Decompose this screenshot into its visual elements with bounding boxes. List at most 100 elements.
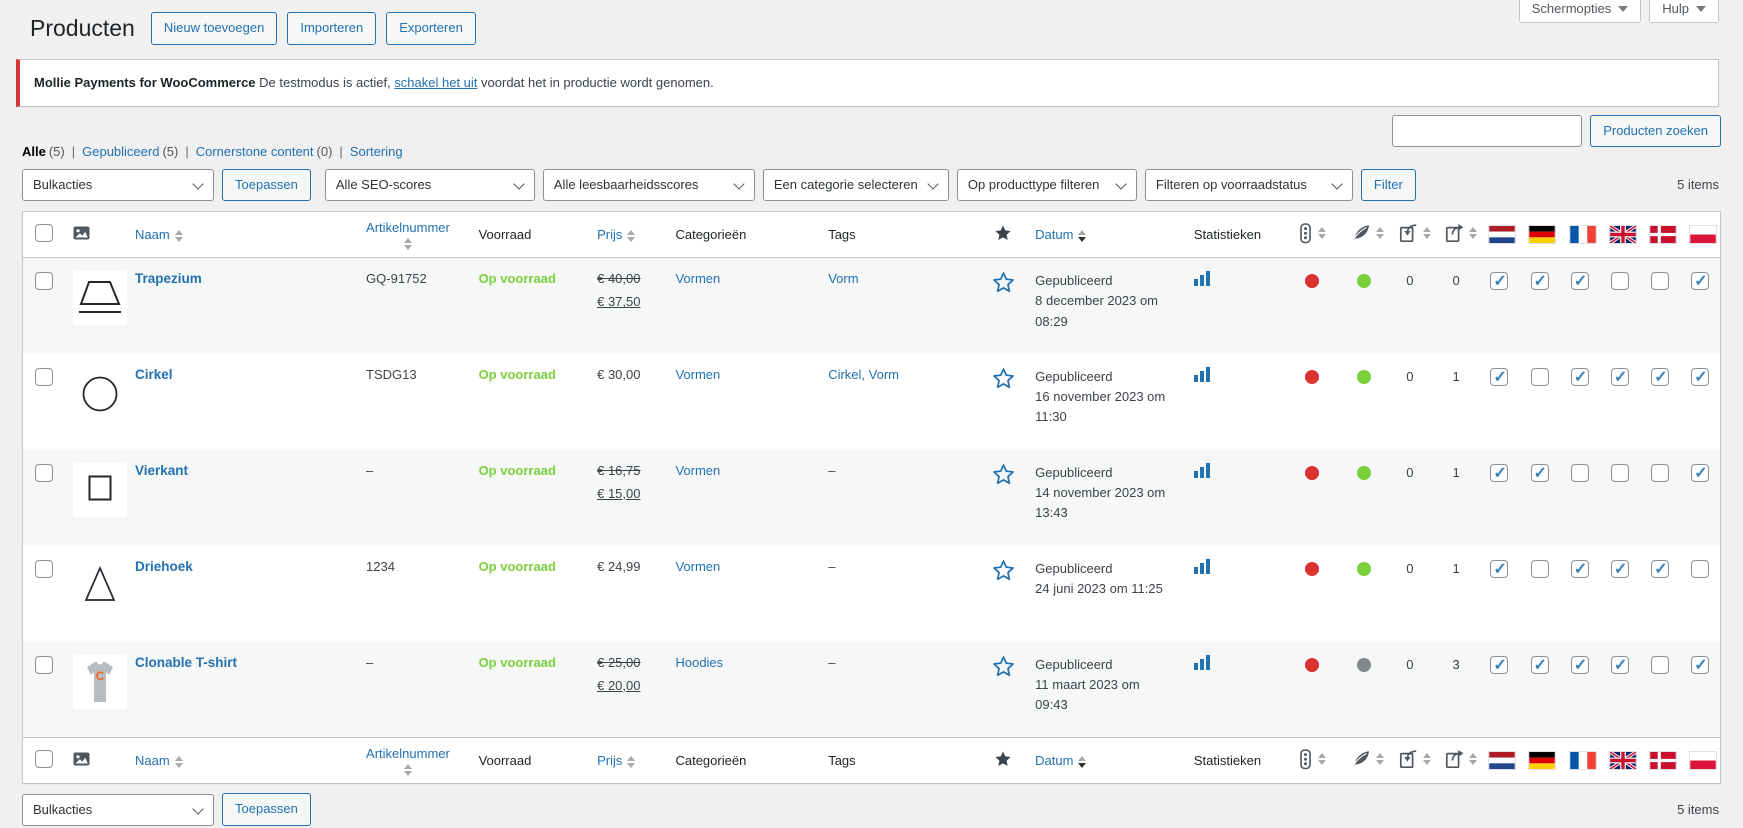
column-header-outgoing-links-icon[interactable] (1443, 223, 1478, 243)
select-all-checkbox[interactable] (35, 224, 53, 243)
translation-checkbox-germany[interactable] (1530, 655, 1549, 675)
product-stats-link[interactable] (1193, 462, 1211, 481)
column-header-readability-icon[interactable] (1351, 223, 1384, 243)
translation-checkbox-denmark[interactable] (1651, 655, 1670, 674)
stock-status-filter-select[interactable]: Filteren op voorraadstatus (1144, 168, 1353, 201)
filter-button[interactable]: Filter (1360, 168, 1416, 202)
column-header-outgoing-links-icon[interactable] (1443, 749, 1478, 769)
product-category-link[interactable]: Vormen (675, 559, 720, 574)
screen-options-button[interactable]: Schermopties (1518, 0, 1642, 23)
translation-checkbox-netherlands[interactable] (1490, 367, 1509, 387)
translation-checkbox-france[interactable] (1570, 463, 1589, 482)
apply-button-bottom[interactable]: Toepassen (222, 793, 311, 827)
translation-checkbox-poland[interactable] (1691, 367, 1710, 387)
translation-checkbox-germany[interactable] (1530, 463, 1549, 483)
disable-test-mode-link[interactable]: schakel het uit (394, 75, 477, 90)
translation-checkbox-poland[interactable] (1691, 655, 1710, 675)
column-header-date[interactable]: Datum (1035, 227, 1087, 242)
row-select-checkbox[interactable] (35, 367, 53, 386)
bulk-actions-select-bottom[interactable]: Bulkacties (22, 793, 214, 826)
translation-checkbox-france[interactable] (1570, 367, 1589, 387)
product-stats-link[interactable] (1193, 366, 1211, 385)
featured-star-toggle[interactable] (992, 560, 1015, 585)
translation-checkbox-poland[interactable] (1691, 559, 1710, 578)
column-header-sku[interactable]: Artikelnummer (366, 746, 450, 776)
add-new-product-button[interactable]: Nieuw toevoegen (150, 12, 278, 45)
product-tags-link[interactable]: Cirkel, Vorm (828, 367, 899, 382)
column-header-incoming-links-icon[interactable] (1397, 749, 1431, 769)
product-image-link[interactable]: C (72, 654, 127, 709)
row-select-checkbox[interactable] (35, 559, 53, 578)
row-select-checkbox[interactable] (35, 463, 53, 482)
select-all-checkbox[interactable] (35, 750, 53, 769)
translation-checkbox-france[interactable] (1570, 271, 1589, 291)
product-type-filter-select[interactable]: Op producttype filteren (956, 168, 1137, 201)
product-image-link[interactable] (72, 558, 127, 613)
translation-checkbox-netherlands[interactable] (1490, 559, 1509, 579)
product-category-link[interactable]: Vormen (675, 463, 720, 478)
column-header-seo-score-icon[interactable] (1298, 748, 1327, 770)
translation-checkbox-poland[interactable] (1691, 463, 1710, 483)
product-stats-link[interactable] (1193, 654, 1211, 673)
product-image-link[interactable] (72, 366, 127, 421)
search-input[interactable] (1392, 114, 1583, 147)
translation-checkbox-germany[interactable] (1530, 271, 1549, 291)
translation-checkbox-united-kingdom[interactable] (1610, 655, 1629, 675)
product-category-link[interactable]: Vormen (675, 367, 720, 382)
product-category-link[interactable]: Hoodies (675, 655, 723, 670)
translation-checkbox-united-kingdom[interactable] (1610, 272, 1629, 291)
featured-star-toggle[interactable] (992, 272, 1015, 297)
apply-button[interactable]: Toepassen (222, 168, 311, 202)
product-category-link[interactable]: Vormen (675, 271, 720, 286)
column-header-readability-icon[interactable] (1351, 749, 1384, 769)
view-filter-sortering[interactable]: Sortering (350, 144, 403, 159)
help-button[interactable]: Hulp (1649, 0, 1719, 23)
column-header-incoming-links-icon[interactable] (1397, 223, 1431, 243)
product-stats-link[interactable] (1193, 271, 1211, 289)
product-image-link[interactable] (72, 462, 127, 517)
translation-checkbox-germany[interactable] (1530, 559, 1549, 578)
translation-checkbox-denmark[interactable] (1651, 367, 1670, 387)
translation-checkbox-united-kingdom[interactable] (1610, 367, 1629, 387)
category-filter-select[interactable]: Een categorie selecteren (762, 168, 949, 201)
product-name-link[interactable]: Cirkel (135, 367, 173, 382)
product-name-link[interactable]: Vierkant (135, 463, 188, 478)
view-filter-gepubliceerd[interactable]: Gepubliceerd (82, 144, 159, 159)
product-stats-link[interactable] (1193, 558, 1211, 577)
translation-checkbox-netherlands[interactable] (1490, 271, 1509, 291)
import-button[interactable]: Importeren (287, 12, 377, 45)
column-header-name[interactable]: Naam (135, 227, 183, 242)
translation-checkbox-netherlands[interactable] (1490, 463, 1509, 483)
featured-star-toggle[interactable] (992, 656, 1015, 681)
translation-checkbox-poland[interactable] (1691, 271, 1710, 291)
translation-checkbox-germany[interactable] (1530, 367, 1549, 386)
translation-checkbox-denmark[interactable] (1651, 463, 1670, 482)
search-products-button[interactable]: Producten zoeken (1590, 114, 1721, 148)
featured-star-toggle[interactable] (992, 368, 1015, 393)
translation-checkbox-france[interactable] (1570, 559, 1589, 579)
product-name-link[interactable]: Clonable T-shirt (135, 655, 237, 670)
row-select-checkbox[interactable] (35, 272, 53, 291)
export-button[interactable]: Exporteren (386, 12, 476, 45)
product-image-link[interactable] (72, 271, 127, 326)
row-select-checkbox[interactable] (35, 655, 53, 674)
column-header-sku[interactable]: Artikelnummer (366, 220, 450, 250)
column-header-date[interactable]: Datum (1035, 753, 1087, 768)
product-tags-link[interactable]: Vorm (828, 271, 858, 286)
bulk-actions-select[interactable]: Bulkacties (22, 168, 214, 201)
readability-scores-filter-select[interactable]: Alle leesbaarheidsscores (542, 168, 755, 201)
translation-checkbox-denmark[interactable] (1651, 272, 1670, 291)
column-header-name[interactable]: Naam (135, 753, 183, 768)
view-filter-alle[interactable]: Alle (22, 144, 46, 159)
translation-checkbox-france[interactable] (1570, 655, 1589, 675)
view-filter-cornerstone-content[interactable]: Cornerstone content (196, 144, 314, 159)
translation-checkbox-united-kingdom[interactable] (1610, 559, 1629, 579)
column-header-seo-score-icon[interactable] (1298, 222, 1327, 244)
translation-checkbox-united-kingdom[interactable] (1610, 463, 1629, 482)
seo-scores-filter-select[interactable]: Alle SEO-scores (324, 168, 535, 201)
translation-checkbox-netherlands[interactable] (1490, 655, 1509, 675)
product-name-link[interactable]: Trapezium (135, 271, 202, 286)
column-header-price[interactable]: Prijs (597, 227, 636, 242)
product-name-link[interactable]: Driehoek (135, 559, 193, 574)
translation-checkbox-denmark[interactable] (1651, 559, 1670, 579)
